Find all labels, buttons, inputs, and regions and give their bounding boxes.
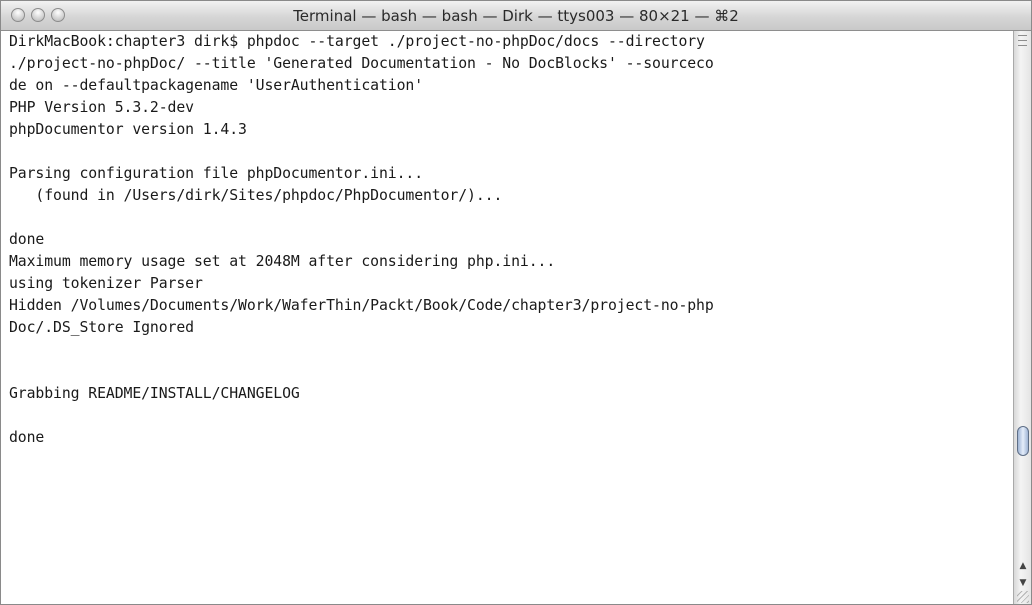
terminal-line: Grabbing README/INSTALL/CHANGELOG xyxy=(9,385,300,402)
title-bar[interactable]: Terminal — bash — bash — Dirk — ttys003 … xyxy=(1,1,1031,31)
terminal-line: PHP Version 5.3.2-dev xyxy=(9,99,194,116)
window-title: Terminal — bash — bash — Dirk — ttys003 … xyxy=(293,7,739,25)
terminal-line: DirkMacBook:chapter3 dirk$ phpdoc --targ… xyxy=(9,33,705,50)
terminal-line: Doc/.DS_Store Ignored xyxy=(9,319,194,336)
terminal-line: Maximum memory usage set at 2048M after … xyxy=(9,253,556,270)
terminal-line: done xyxy=(9,429,45,446)
scroll-up-arrow-icon[interactable]: ▲ xyxy=(1017,559,1029,573)
scroll-down-arrow-icon[interactable]: ▼ xyxy=(1017,576,1029,590)
terminal-line xyxy=(1,207,1013,229)
terminal-line xyxy=(1,449,1013,471)
terminal-line: (found in /Users/dirk/Sites/phpdoc/PhpDo… xyxy=(9,187,503,204)
terminal-line: phpDocumentor version 1.4.3 xyxy=(9,121,247,138)
split-pane-handle-icon[interactable] xyxy=(1018,35,1027,46)
terminal-line xyxy=(1,405,1013,427)
terminal-line: done xyxy=(9,231,45,248)
terminal-line: Hidden /Volumes/Documents/Work/WaferThin… xyxy=(9,297,714,314)
terminal-line: ./project-no-phpDoc/ --title 'Generated … xyxy=(9,55,714,72)
resize-grip-icon[interactable] xyxy=(1017,591,1029,603)
terminal-line: using tokenizer Parser xyxy=(9,275,203,292)
terminal-line: Parsing configuration file phpDocumentor… xyxy=(9,165,423,182)
terminal-window: Terminal — bash — bash — Dirk — ttys003 … xyxy=(0,0,1032,605)
terminal-line xyxy=(1,361,1013,383)
vertical-scrollbar[interactable]: ▲ ▼ xyxy=(1013,31,1031,604)
terminal-line xyxy=(1,471,1013,493)
terminal-output[interactable]: DirkMacBook:chapter3 dirk$ phpdoc --targ… xyxy=(1,31,1013,604)
terminal-line: de on --defaultpackagename 'UserAuthenti… xyxy=(9,77,423,94)
terminal-line xyxy=(1,141,1013,163)
scroll-thumb[interactable] xyxy=(1017,426,1029,456)
terminal-line xyxy=(1,339,1013,361)
